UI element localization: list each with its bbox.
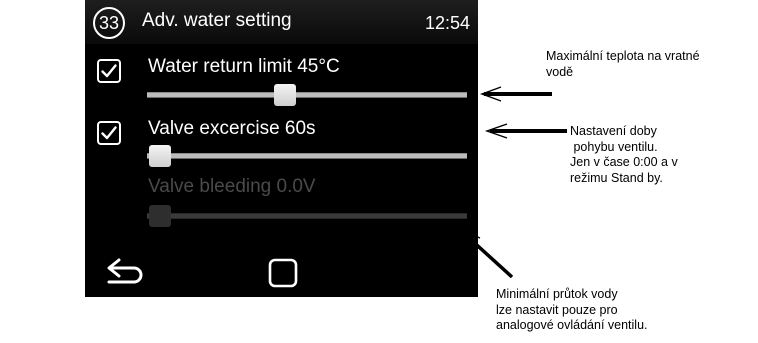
arrow-valve-excercise (484, 123, 567, 139)
arrow-valve-bleeding (458, 228, 514, 279)
annotation-line: Nastavení doby (570, 124, 657, 138)
annotation-line: Maximální teplota na vratné (546, 49, 700, 63)
annotation-line: vodě (546, 64, 574, 79)
annotation-line: Jen v čase 0:00 a v (570, 155, 678, 169)
annotation-line: pohybu ventilu. (570, 139, 658, 154)
annotation-valve-excercise: Nastavení doby pohybu ventilu. Jen v čas… (570, 124, 678, 186)
annotation-line: analogové ovládání ventilu. (496, 318, 648, 332)
arrow-water-return (479, 86, 552, 102)
annotation-line: Minimální průtok vody (496, 287, 618, 301)
annotation-line: lze nastavit pouze pro (496, 302, 618, 317)
annotation-valve-bleeding: Minimální průtok vody lze nastavit pouze… (496, 287, 648, 334)
annotation-water-return: Maximální teplota na vratné vodě (546, 49, 700, 80)
annotation-line: režimu Stand by. (570, 170, 663, 185)
